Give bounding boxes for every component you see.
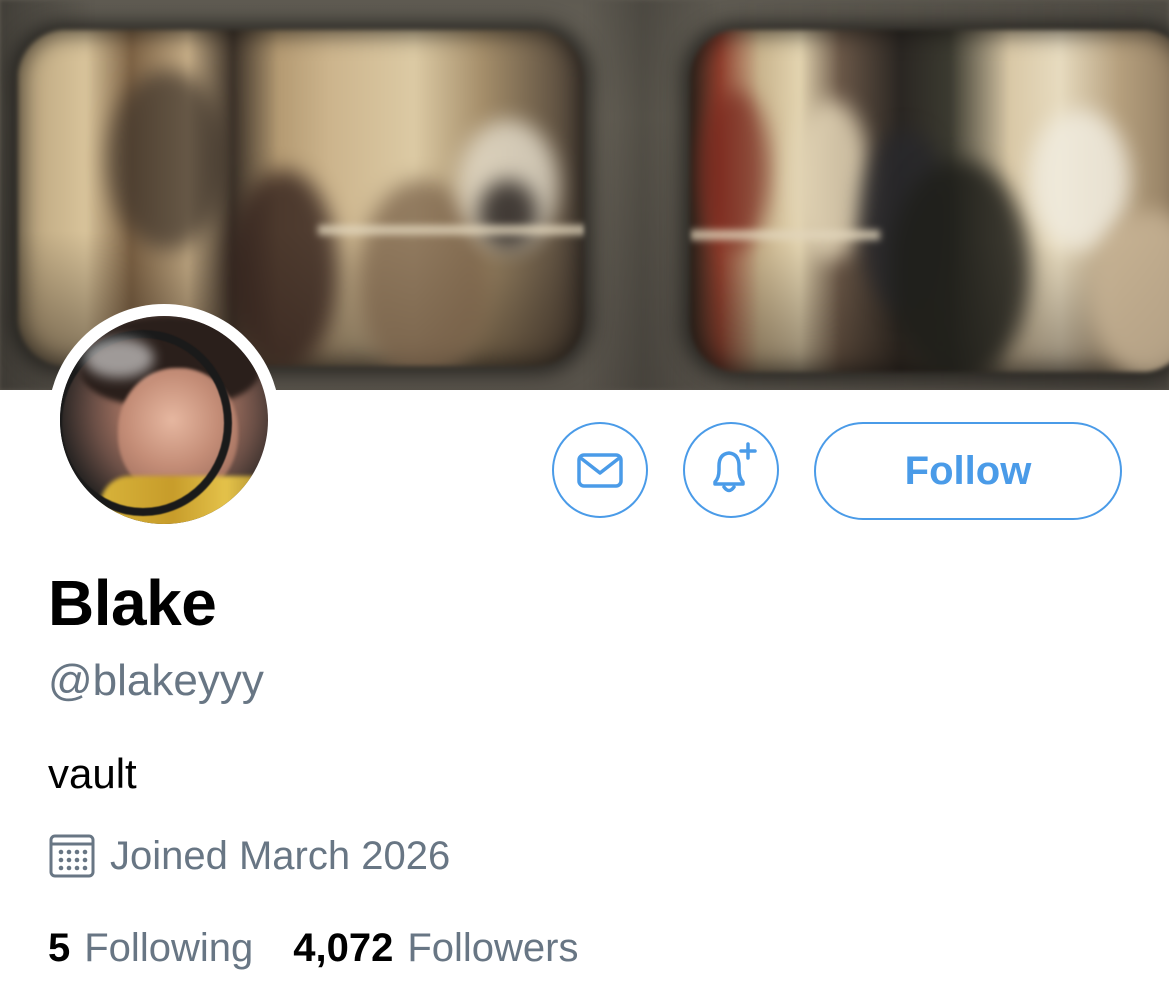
followers-count: 4,072 [293, 926, 394, 970]
banner-rail [318, 225, 584, 235]
followers-link[interactable]: 4,072 Followers [293, 924, 578, 972]
avatar-photo [60, 316, 268, 524]
banner-blur-shape [890, 160, 1030, 372]
banner-rail [690, 230, 880, 240]
bell-plus-icon [713, 442, 757, 493]
banner-blur-shape [478, 180, 538, 250]
username-handle: @blakeyyy [48, 656, 264, 705]
follow-stats: 5 Following 4,072 Followers [48, 924, 578, 976]
followers-label: Followers [407, 926, 579, 970]
profile-page: Follow Blake @blakeyyy vault Joined Marc… [0, 0, 1169, 1003]
banner-blur-shape [108, 70, 228, 250]
following-label: Following [84, 926, 254, 970]
banner-blur-shape [700, 90, 770, 250]
banner-train-window-right [690, 30, 1169, 372]
follow-button-label: Follow [904, 448, 1032, 493]
profile-avatar[interactable] [48, 304, 280, 536]
message-button[interactable] [552, 422, 648, 518]
joined-date: Joined March 2026 [48, 830, 450, 882]
joined-date-text: Joined March 2026 [110, 834, 451, 878]
avatar-detail [84, 338, 154, 378]
display-name: Blake [48, 567, 217, 639]
following-count: 5 [48, 926, 71, 970]
following-link[interactable]: 5 Following [48, 924, 253, 972]
calendar-icon [49, 834, 95, 878]
banner-train-window-left [18, 30, 584, 366]
envelope-icon [577, 453, 623, 488]
follow-button[interactable]: Follow [814, 422, 1122, 520]
profile-bio: vault [48, 750, 137, 797]
notifications-button[interactable] [683, 422, 779, 518]
